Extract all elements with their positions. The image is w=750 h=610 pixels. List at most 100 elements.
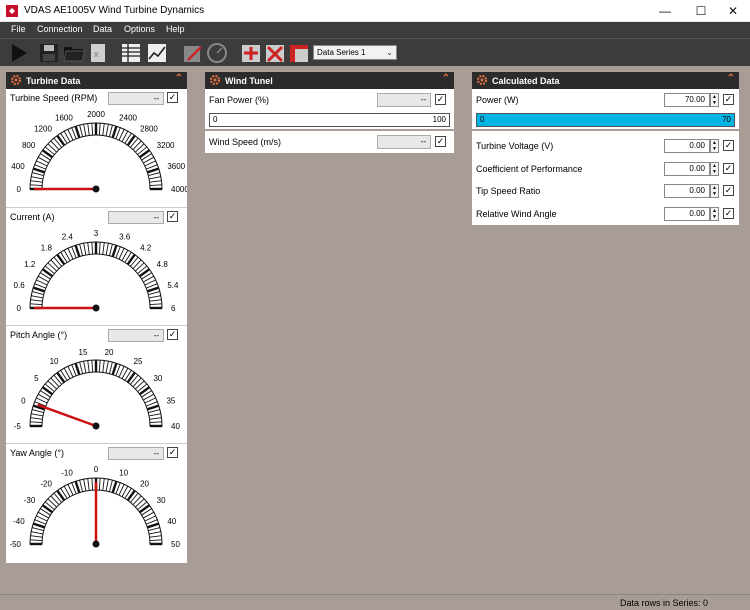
fan-power-bar-row: 0 100 (205, 111, 454, 129)
collapse-icon[interactable]: ⌃ (727, 73, 735, 84)
maximize-button[interactable]: ☐ (684, 0, 718, 22)
gauge-tick-label: -10 (61, 469, 73, 478)
calc-row-value[interactable]: 0.00 (664, 206, 710, 221)
menu-data[interactable]: Data (93, 24, 112, 34)
wind-panel-title: Wind Tunel (225, 76, 273, 86)
table-view-icon[interactable] (120, 42, 142, 64)
calc-row-checkbox[interactable]: ✓ (723, 140, 734, 151)
calc-row-stepper[interactable]: ▲ ▼ (710, 184, 719, 198)
gauge-block: Pitch Angle (°) -- ✓ -5 0 5 10 15 20 25 30 35 40 (6, 325, 187, 443)
gauge-tick-label: 1600 (55, 114, 73, 123)
app-logo-icon (6, 5, 18, 17)
gauge-checkbox[interactable]: ✓ (167, 329, 178, 340)
title-bar: VDAS AE1005V Wind Turbine Dynamics — ☐ ✕ (0, 0, 750, 22)
calc-row-stepper[interactable]: ▲ ▼ (710, 161, 719, 176)
gauge-checkbox[interactable]: ✓ (167, 447, 178, 458)
edit-table-icon[interactable] (182, 42, 204, 64)
gauge-tick-label: -40 (13, 517, 25, 526)
status-bar: Data rows in Series: 0 (0, 594, 750, 610)
menu-options[interactable]: Options (124, 24, 155, 34)
play-icon[interactable] (8, 42, 30, 64)
calc-row: Coefficient of Performance 0.00 ▲ ▼ ✓ (472, 157, 739, 180)
power-bar: 0 70 (476, 113, 735, 127)
gauge-value-readout: -- (108, 329, 164, 342)
calc-row-value[interactable]: 0.00 (664, 184, 710, 198)
calc-row-label: Relative Wind Angle (476, 208, 557, 219)
fan-power-max: 100 (432, 115, 446, 124)
wind-speed-checkbox[interactable]: ✓ (435, 136, 446, 147)
calc-row-checkbox[interactable]: ✓ (723, 185, 734, 196)
close-button[interactable]: ✕ (716, 0, 750, 22)
gauge-view-icon[interactable] (206, 42, 228, 64)
gauge-tick-label: 5.4 (167, 281, 179, 290)
calc-panel-header: Calculated Data ⌃ (472, 72, 739, 89)
gauge-block: Turbine Speed (RPM) -- ✓ 0 400 800 1200 1600 200… (6, 89, 187, 207)
power-stepper[interactable]: ▲ ▼ (710, 93, 719, 107)
calc-row-stepper[interactable]: ▲ ▼ (710, 206, 719, 221)
calc-row-checkbox[interactable]: ✓ (723, 162, 734, 174)
calc-row-checkbox[interactable]: ✓ (723, 207, 734, 219)
gauge-tick-label: 50 (171, 540, 180, 549)
turbine-data-panel: Turbine Data ⌃ Turbine Speed (RPM) -- ✓ 0 40… (6, 72, 187, 594)
gear-icon[interactable] (476, 74, 488, 86)
gauge-tick-label: 0 (17, 304, 22, 313)
calc-row-stepper[interactable]: ▲ ▼ (710, 139, 719, 153)
power-value[interactable]: 70.00 (664, 93, 710, 107)
menu-help[interactable]: Help (166, 24, 185, 34)
fan-power-min: 0 (213, 115, 218, 124)
chart-view-icon[interactable] (146, 42, 168, 64)
chevron-down-icon: ⌄ (386, 48, 393, 57)
calc-row-label: Tip Speed Ratio (476, 186, 541, 196)
wind-speed-row: Wind Speed (m/s) -- ✓ (205, 131, 454, 153)
collapse-icon[interactable]: ⌃ (442, 73, 450, 84)
gauge-tick-label: -5 (14, 422, 22, 431)
power-bar-max: 70 (722, 115, 731, 124)
gauge-value-readout: -- (108, 211, 164, 224)
gauge-dial: 0 400 800 12001600 2000 24002800 3200 3600 4000 (11, 110, 187, 194)
calc-row-value[interactable]: 0.00 (664, 139, 710, 153)
open-folder-icon[interactable] (63, 42, 85, 64)
menu-file[interactable]: File (11, 24, 26, 34)
turbine-panel-title: Turbine Data (26, 76, 81, 86)
data-series-select[interactable]: Data Series 1 ⌄ (313, 45, 397, 60)
fan-power-value: -- (377, 93, 431, 107)
fan-power-slider[interactable]: 0 100 (209, 113, 450, 127)
gauge-tick-label: 4000 (171, 185, 187, 194)
turbine-panel-body: Turbine Speed (RPM) -- ✓ 0 400 800 1200 1600 200… (6, 89, 187, 563)
excel-export-icon[interactable]: x (87, 42, 109, 64)
status-text: Data rows in Series: 0 (619, 598, 708, 608)
wind-speed-value: -- (377, 135, 431, 149)
power-checkbox[interactable]: ✓ (723, 94, 734, 105)
gear-icon[interactable] (209, 74, 221, 86)
gauge-dial: -5 0 5 10 15 20 25 30 35 40 (14, 348, 181, 431)
turbine-panel-header: Turbine Data ⌃ (6, 72, 187, 89)
gauge-tick-label: 10 (119, 469, 128, 478)
gauge-hub (92, 304, 100, 312)
gauge-block: Yaw Angle (°) -- ✓ -50 -40 -30 -20 -10 0 10 20 30 40… (6, 443, 187, 561)
gauge-tick-label: 0.6 (14, 281, 26, 290)
wind-panel-header: Wind Tunel ⌃ (205, 72, 454, 89)
gauge-tick-label: 25 (134, 357, 143, 366)
gauge-value-readout: -- (108, 92, 164, 105)
gauge-checkbox[interactable]: ✓ (167, 211, 178, 222)
add-row-icon[interactable] (240, 42, 262, 64)
gauge-tick-label: 40 (167, 517, 176, 526)
calc-row: Turbine Voltage (V) 0.00 ▲ ▼ ✓ (472, 135, 739, 157)
minimize-button[interactable]: — (648, 0, 682, 22)
gauge-tick-label: 20 (105, 348, 114, 357)
calc-row-value[interactable]: 0.00 (664, 161, 710, 176)
save-icon[interactable] (38, 42, 60, 64)
calc-row-label: Turbine Voltage (V) (476, 141, 554, 151)
collapse-icon[interactable]: ⌃ (175, 73, 183, 84)
fan-power-row: Fan Power (%) -- ✓ (205, 89, 454, 111)
gear-icon[interactable] (10, 74, 22, 86)
menu-connection[interactable]: Connection (37, 24, 83, 34)
gauge-tick-label: 2400 (119, 114, 137, 123)
clear-table-icon[interactable] (288, 42, 310, 64)
calc-panel-title: Calculated Data (492, 76, 560, 86)
power-bar-min: 0 (480, 115, 485, 124)
delete-row-icon[interactable] (264, 42, 286, 64)
calculated-data-panel: Calculated Data ⌃ Power (W) 70.00 ▲ ▼ ✓ 0… (472, 72, 739, 594)
gauge-checkbox[interactable]: ✓ (167, 92, 178, 103)
fan-power-checkbox[interactable]: ✓ (435, 94, 446, 105)
